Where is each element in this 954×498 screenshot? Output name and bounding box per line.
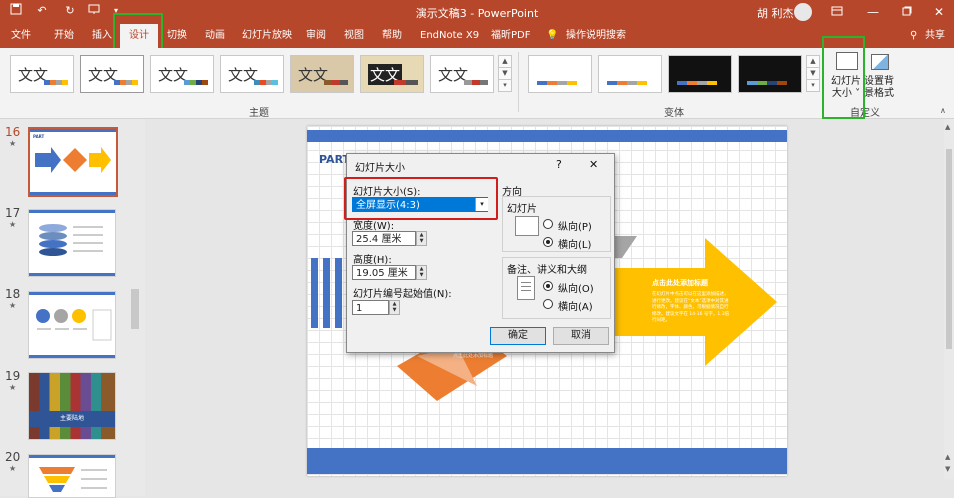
arrow-body-text: 在幻灯片中点击可以在这里添加描述，进行更改。建议在“文本”选项中对其进行修改，字… (652, 292, 730, 323)
arrow-heading: 点击此处添加标题 (652, 279, 708, 287)
slide-size-highlight (822, 36, 865, 119)
thumbnail-slide-17[interactable] (28, 209, 116, 277)
slides-portrait-label: 纵向(P) (558, 222, 592, 233)
thumbnail-slide-16[interactable]: PART (28, 127, 118, 197)
slide-scrollbar[interactable]: ▲ ▲ ▼ (944, 119, 954, 479)
variants-more-icon[interactable]: ▾ (806, 79, 820, 92)
width-field[interactable]: 25.4 厘米 (352, 231, 416, 246)
tab-endnote[interactable]: EndNote X9 (420, 24, 479, 48)
help-button[interactable]: ? (556, 158, 562, 171)
notes-landscape-label: 横向(A) (558, 302, 593, 313)
theme-6[interactable]: 文文 (360, 55, 424, 93)
notes-portrait-icon (517, 276, 535, 300)
variant-4[interactable] (738, 55, 802, 93)
thumbnail-number: 20 (5, 450, 21, 464)
bottom-band (307, 448, 787, 474)
thumbnail-scrollbar[interactable] (131, 289, 139, 329)
share-button[interactable]: 共享 (925, 24, 945, 48)
tab-transitions[interactable]: 切换 (167, 24, 187, 48)
theme-3[interactable]: 文文 (150, 55, 214, 93)
star-icon: ★ (9, 220, 17, 229)
top-band (307, 130, 787, 142)
thumbnail-slide-18[interactable] (28, 291, 116, 359)
notes-portrait-radio[interactable] (543, 281, 553, 291)
format-background-icon (871, 54, 889, 70)
tab-review[interactable]: 审阅 (306, 24, 326, 48)
lightbulb-icon: 💡 (546, 30, 559, 41)
tab-foxit-pdf[interactable]: 福昕PDF (491, 24, 530, 48)
collapse-ribbon-icon[interactable]: ∧ (940, 106, 946, 115)
group-divider (518, 52, 519, 112)
variant-1[interactable] (528, 55, 592, 93)
thumbnail-number: 17 (5, 206, 21, 220)
cancel-button[interactable]: 取消 (553, 327, 609, 345)
slide-landscape-icon (515, 216, 539, 236)
height-field[interactable]: 19.05 厘米 (352, 265, 416, 280)
slides-landscape-label: 横向(L) (558, 240, 592, 251)
tell-me-search[interactable]: 操作说明搜索 (566, 24, 626, 48)
star-icon: ★ (9, 301, 17, 310)
height-stepper[interactable]: ▲ ▼ (416, 265, 427, 280)
slide-size-highlight-box (344, 177, 498, 220)
star-icon: ★ (9, 383, 17, 392)
variant-2[interactable] (598, 55, 662, 93)
variant-3[interactable] (668, 55, 732, 93)
theme-5[interactable]: 文文 (290, 55, 354, 93)
user-name[interactable]: 胡 利杰 (757, 5, 794, 21)
slides-landscape-radio[interactable] (543, 237, 553, 247)
avatar[interactable] (794, 3, 812, 21)
tab-insert[interactable]: 插入 (92, 24, 112, 48)
start-number-label: 幻灯片编号起始值(N): (353, 289, 452, 300)
ribbon-display-icon[interactable] (822, 0, 852, 24)
tab-file[interactable]: 文件 (11, 24, 31, 48)
thumbnail-pane: 16 ★ PART 17 ★ 18 ★ 19 ★ 主要陆地 20 ★ (0, 119, 145, 498)
close-icon[interactable]: ✕ (924, 0, 954, 24)
maximize-icon[interactable] (892, 0, 922, 24)
minimize-icon[interactable]: — (858, 0, 888, 24)
theme-7[interactable]: 文文 (430, 55, 494, 93)
thumbnail-number: 18 (5, 287, 21, 301)
tab-slideshow[interactable]: 幻灯片放映 (242, 24, 292, 48)
ribbon: 文文 文文 文文 文文 文文 文文 文文 ▲ ▼ ▾ 主题 ▲ ▼ ▾ 变体 幻… (0, 48, 954, 119)
theme-2[interactable]: 文文 (80, 55, 144, 93)
notes-landscape-radio[interactable] (543, 299, 553, 309)
notes-portrait-label: 纵向(O) (558, 284, 594, 295)
thumbnail-number: 19 (5, 369, 21, 383)
tab-help[interactable]: 帮助 (382, 24, 402, 48)
tab-view[interactable]: 视图 (344, 24, 364, 48)
themes-more-icon[interactable]: ▾ (498, 79, 512, 92)
start-number-field[interactable]: 1 (352, 300, 389, 315)
width-stepper[interactable]: ▲ ▼ (416, 231, 427, 246)
slides-portrait-radio[interactable] (543, 219, 553, 229)
ok-button[interactable]: 确定 (490, 327, 546, 345)
theme-office[interactable]: 文文 (10, 55, 74, 93)
notes-label: 备注、讲义和大纲 (507, 265, 587, 276)
dialog-title: 幻灯片大小 (355, 163, 405, 174)
slides-label: 幻灯片 (507, 204, 537, 215)
person-icon: ⚲ (910, 30, 918, 41)
format-background-label-1: 设置背 (864, 76, 894, 87)
thumbnail-slide-20[interactable] (28, 454, 116, 498)
format-background-label-2: 景格式 (864, 88, 894, 99)
theme-4[interactable]: 文文 (220, 55, 284, 93)
star-icon: ★ (9, 139, 17, 148)
format-background-button[interactable]: 设置背 景格式 (862, 50, 896, 102)
star-icon: ★ (9, 464, 17, 473)
tab-animations[interactable]: 动画 (205, 24, 225, 48)
tab-home[interactable]: 开始 (54, 24, 74, 48)
diamond-text: 点击此处添加标题 (453, 353, 494, 359)
thumbnail-number: 16 (5, 125, 21, 139)
height-label: 高度(H): (353, 255, 392, 266)
start-number-stepper[interactable]: ▲ ▼ (389, 300, 400, 315)
variants-group-label: 变体 (664, 108, 684, 119)
dialog-close-button[interactable]: ✕ (589, 158, 598, 171)
thumbnail-slide-19[interactable]: 主要陆地 (28, 372, 116, 440)
themes-group-label: 主题 (249, 108, 269, 119)
